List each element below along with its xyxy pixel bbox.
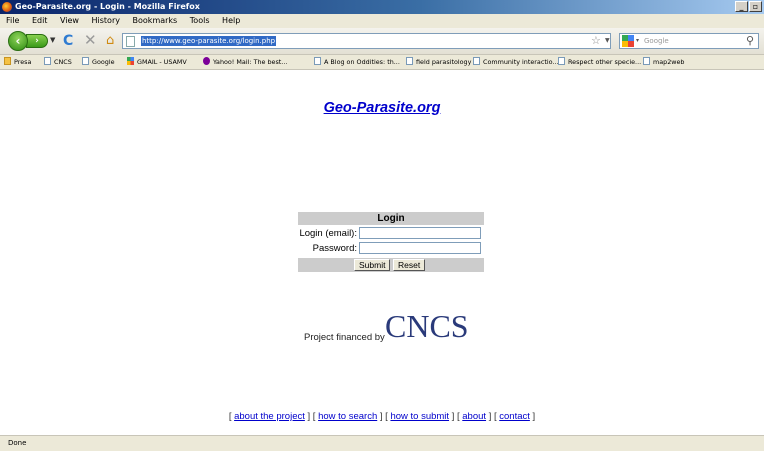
link-about-project[interactable]: about the project [234,411,305,422]
google-icon [127,57,134,65]
page-icon [126,36,135,47]
bookmark-community[interactable]: Community interactio... [473,55,559,69]
menu-tools[interactable]: Tools [190,16,210,25]
bookmark-presa[interactable]: Presa [4,55,31,69]
email-label: Login (email): [299,228,357,239]
bookmark-star-icon[interactable]: ☆ [591,34,601,48]
search-input[interactable]: Google [644,36,669,46]
financed-text: Project financed by [304,332,385,343]
page-icon [82,57,89,65]
page-icon [473,57,480,65]
back-forward-group: › ‹ [8,31,48,51]
page-content: Geo-Parasite.org Login Login (email): Pa… [0,70,764,435]
link-contact[interactable]: contact [499,411,530,422]
window-title: Geo-Parasite.org - Login - Mozilla Firef… [15,2,200,11]
firefox-icon [2,2,12,12]
password-row: Password: [298,240,484,255]
page-icon [314,57,321,65]
page-icon [558,57,565,65]
login-buttons: Submit Reset [298,258,484,272]
url-dropdown-icon[interactable]: ▼ [605,37,610,44]
menu-bar: File Edit View History Bookmarks Tools H… [0,14,764,28]
navigation-toolbar: › ‹ ▼ C ✕ ⌂ http://www.geo-parasite.org/… [0,28,764,55]
bookmark-blog-oddities[interactable]: A Blog on Oddities: th... [314,55,400,69]
email-field[interactable] [359,227,481,239]
link-how-to-search[interactable]: how to search [318,411,377,422]
window-controls: _ ▫ [735,1,762,12]
google-icon[interactable] [622,35,634,47]
home-icon[interactable]: ⌂ [106,33,114,49]
site-title-link[interactable]: Geo-Parasite.org [0,100,764,116]
bookmark-map2web[interactable]: map2web [643,55,684,69]
folder-icon [4,57,11,65]
yahoo-icon [203,57,210,65]
login-form: Login Login (email): Password: Submit Re… [298,212,484,272]
menu-help[interactable]: Help [222,16,240,25]
bookmark-cncs[interactable]: CNCS [44,55,72,69]
page-icon [44,57,51,65]
status-text: Done [8,439,27,447]
bookmark-respect-species[interactable]: Respect other specie... [558,55,641,69]
reset-button[interactable]: Reset [393,259,426,271]
footer-links: [ about the project ] [ how to search ] … [228,411,536,422]
login-header: Login [298,212,484,225]
search-bar[interactable]: ▾ Google ⚲ [619,33,759,49]
submit-button[interactable]: Submit [354,259,391,271]
menu-edit[interactable]: Edit [32,16,48,25]
bookmark-yahoo-mail[interactable]: Yahoo! Mail: The best... [203,55,287,69]
minimize-button[interactable]: _ [735,1,748,12]
search-engine-dropdown-icon[interactable]: ▾ [636,37,639,44]
maximize-button[interactable]: ▫ [749,1,762,12]
history-dropdown-icon[interactable]: ▼ [50,36,55,44]
reload-icon[interactable]: C [63,33,73,49]
window-titlebar: Geo-Parasite.org - Login - Mozilla Firef… [0,0,764,14]
cncs-logo: CNCS [385,308,469,344]
url-text[interactable]: http://www.geo-parasite.org/login.php [141,36,277,46]
menu-bookmarks[interactable]: Bookmarks [133,16,178,25]
stop-icon[interactable]: ✕ [84,32,97,48]
menu-history[interactable]: History [92,16,120,25]
url-bar[interactable]: http://www.geo-parasite.org/login.php [122,33,611,49]
menu-file[interactable]: File [6,16,19,25]
page-icon [643,57,650,65]
menu-view[interactable]: View [60,16,79,25]
password-field[interactable] [359,242,481,254]
bookmarks-toolbar: Presa CNCS Google GMAIL - USAMV Yahoo! M… [0,55,764,70]
back-icon[interactable]: ‹ [8,31,28,51]
forward-icon[interactable]: › [26,34,48,48]
page-icon [406,57,413,65]
bookmark-google[interactable]: Google [82,55,115,69]
password-label: Password: [312,243,357,254]
link-how-to-submit[interactable]: how to submit [390,411,449,422]
bookmark-gmail[interactable]: GMAIL - USAMV [127,55,187,69]
status-bar: Done [0,435,764,451]
search-go-icon[interactable]: ⚲ [746,35,754,47]
email-row: Login (email): [298,225,484,240]
link-about[interactable]: about [462,411,486,422]
bookmark-field-parasitology[interactable]: field parasitology [406,55,471,69]
